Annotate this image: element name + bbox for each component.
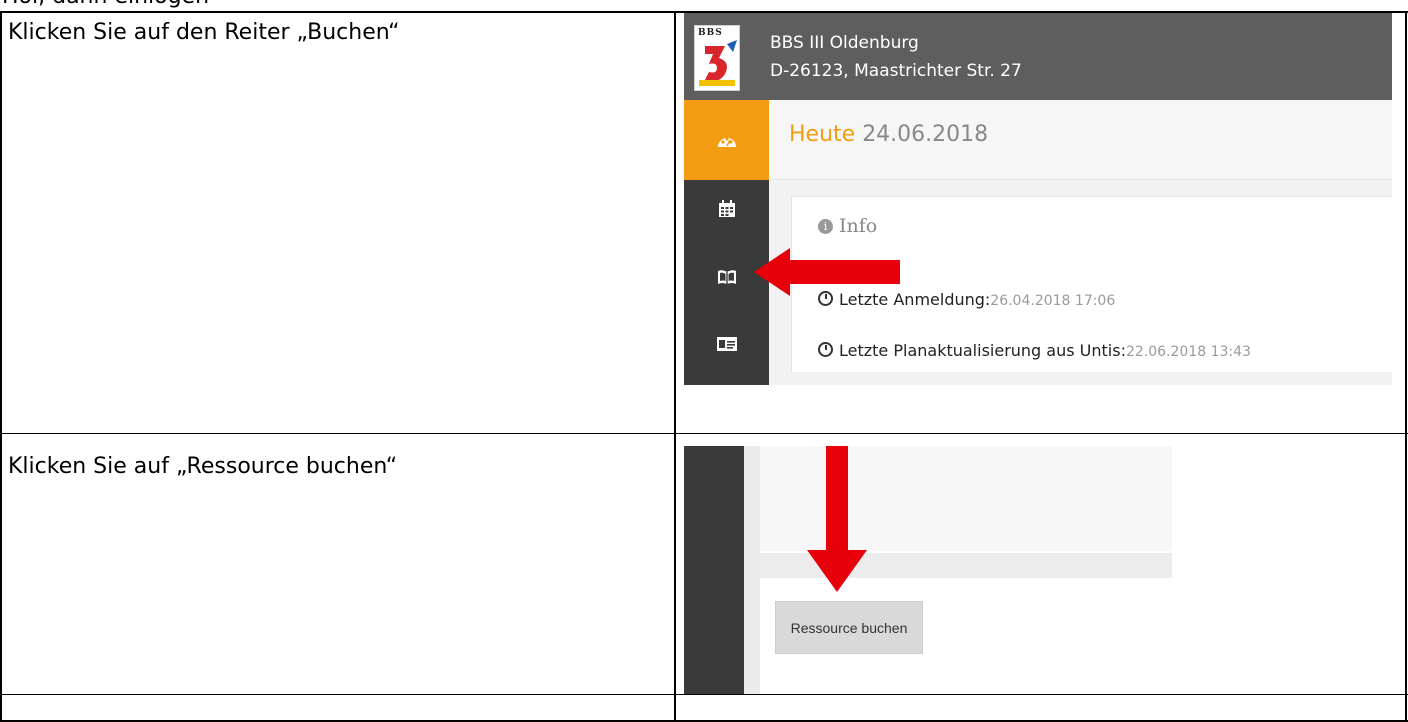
info-panel: i Info Letzte Anmeldung:26.04.2018 17:06 … <box>791 196 1392 372</box>
table-border-left <box>0 11 2 722</box>
content-panel <box>760 446 1172 551</box>
instruction-row-1: Klicken Sie auf den Reiter „Buchen“ <box>8 20 400 45</box>
table-border-mid <box>674 11 676 722</box>
book-resource-button[interactable]: Ressource buchen <box>775 601 923 654</box>
last-login-row: Letzte Anmeldung:26.04.2018 17:06 <box>818 290 1115 309</box>
last-plan-value: 22.06.2018 13:43 <box>1125 344 1251 360</box>
top-cut-text: Hoi, dann einlogen <box>0 0 1408 10</box>
last-login-value: 26.04.2018 17:06 <box>990 293 1116 309</box>
dashboard-icon[interactable] <box>714 128 740 152</box>
app-header: BBS BBS III Oldenburg D-26123, Maastrich… <box>684 13 1392 100</box>
page-title: Heute 24.06.2018 <box>789 122 988 147</box>
school-logo: BBS <box>694 25 740 91</box>
info-icon: i <box>818 219 833 234</box>
last-login-label: Letzte Anmeldung: <box>839 290 991 309</box>
page-toolbar: Heute 24.06.2018 <box>769 100 1392 180</box>
last-plan-update-row: Letzte Planaktualisierung aus Untis:22.0… <box>818 341 1251 360</box>
arrow-pointer <box>786 260 900 284</box>
table-row-divider-2 <box>0 694 1408 695</box>
screenshot-dashboard: BBS BBS III Oldenburg D-26123, Maastrich… <box>684 13 1392 385</box>
clock-icon <box>818 291 833 306</box>
today-date: 24.06.2018 <box>862 122 989 147</box>
arrow-head <box>807 550 867 592</box>
calendar-icon[interactable] <box>714 197 740 221</box>
school-name: BBS III Oldenburg <box>770 33 919 53</box>
sidebar <box>684 446 744 694</box>
arrow-pointer <box>826 446 848 552</box>
table-border-right <box>1405 11 1407 722</box>
info-heading: i Info <box>818 215 877 237</box>
table-row-divider-1 <box>0 433 1408 434</box>
clock-icon <box>818 342 833 357</box>
gutter <box>744 446 760 694</box>
today-label: Heute <box>789 122 856 147</box>
instruction-row-2: Klicken Sie auf „Ressource buchen“ <box>8 454 398 479</box>
book-icon[interactable] <box>714 265 740 289</box>
last-plan-label: Letzte Planaktualisierung aus Untis: <box>839 341 1126 360</box>
arrow-head <box>754 248 790 296</box>
id-card-icon[interactable] <box>714 332 740 356</box>
screenshot-booking: Ressource buchen <box>684 446 1392 694</box>
school-address: D-26123, Maastrichter Str. 27 <box>770 61 1022 81</box>
